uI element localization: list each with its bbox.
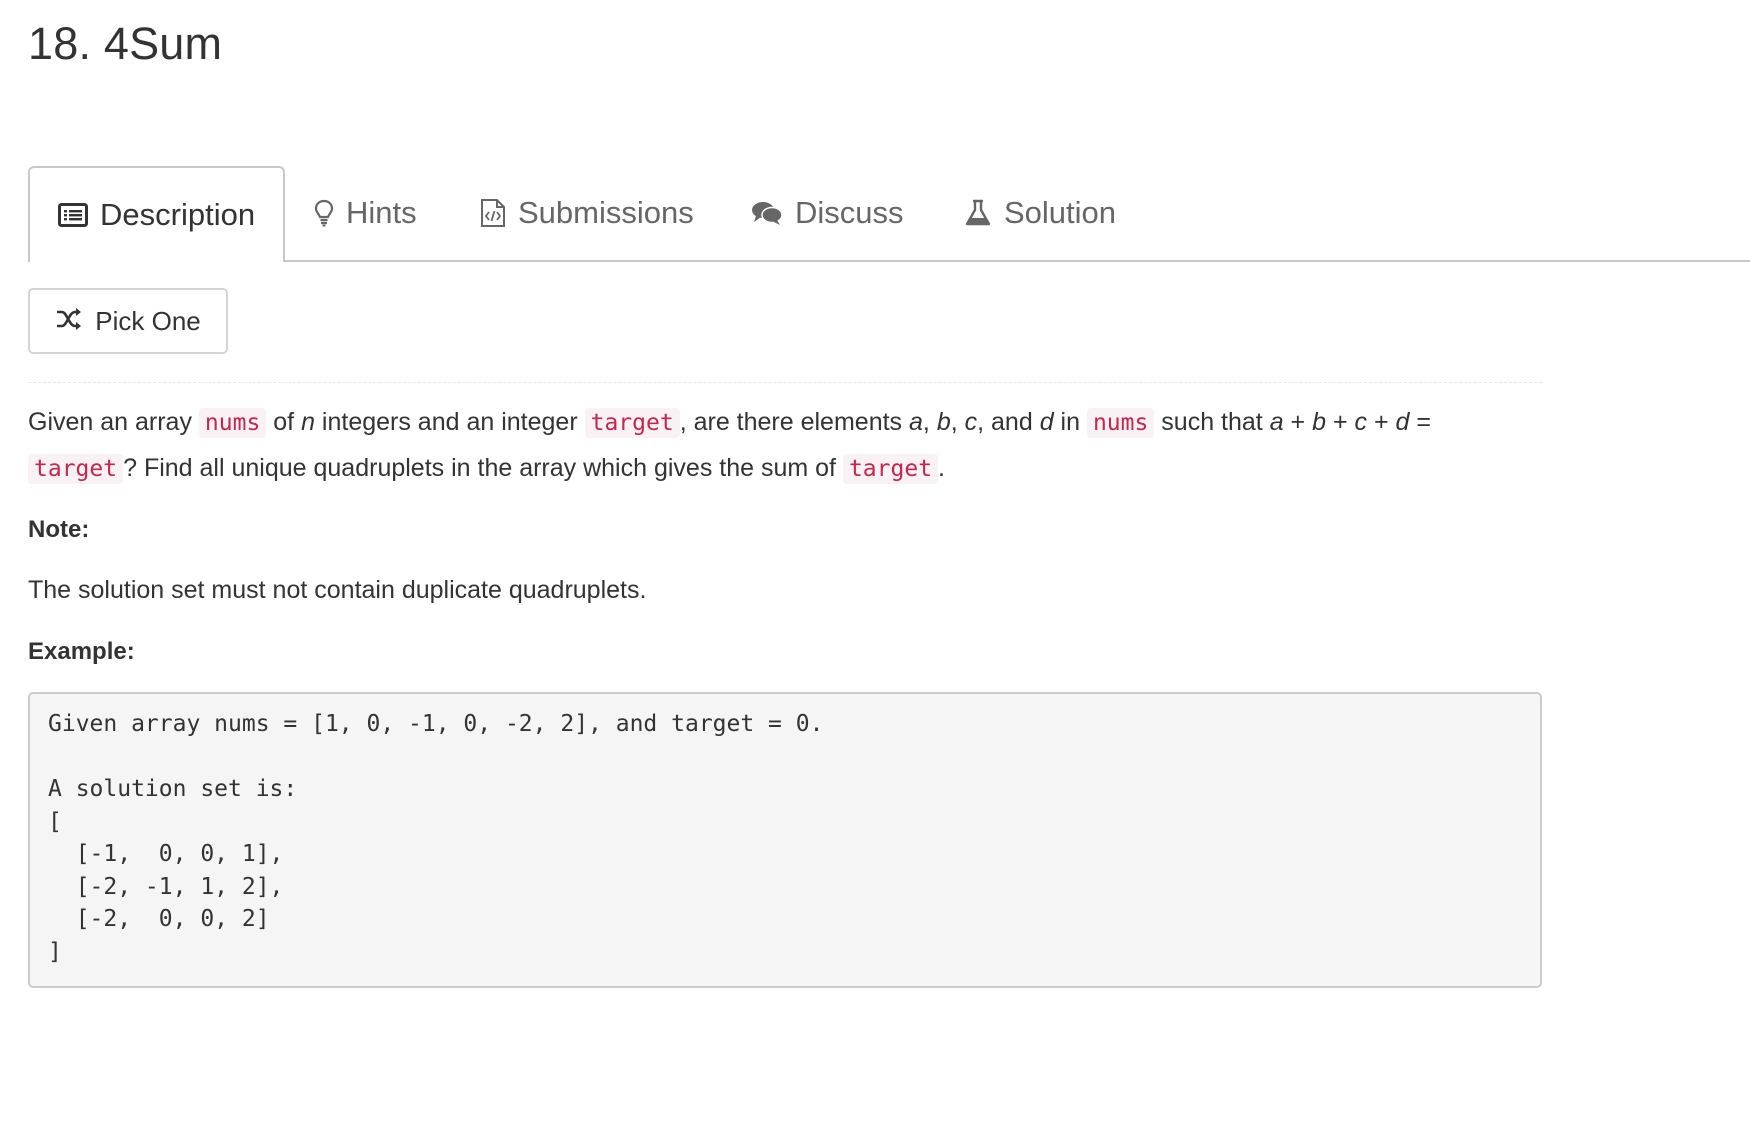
- tab-submissions-label: Submissions: [518, 195, 694, 230]
- text: in: [1053, 408, 1087, 436]
- inline-code-target: target: [584, 408, 680, 438]
- text: +: [1326, 408, 1355, 436]
- inline-code-target: target: [28, 454, 124, 484]
- pick-one-button[interactable]: Pick One: [28, 288, 228, 354]
- inline-code-target: target: [842, 454, 939, 484]
- var-d: d: [1039, 408, 1054, 436]
- example-heading: Example:: [28, 638, 135, 665]
- tab-discuss-label: Discuss: [795, 195, 904, 230]
- lightbulb-icon: [314, 199, 334, 227]
- var-a: a: [909, 408, 923, 436]
- tab-bar: Description Hints Submissions Discuss So…: [28, 166, 1750, 262]
- var-n: n: [301, 408, 315, 436]
- tab-discuss[interactable]: Discuss: [751, 166, 904, 260]
- var-d: d: [1395, 408, 1410, 436]
- code-file-icon: [480, 198, 506, 228]
- tab-hints-label: Hints: [346, 195, 417, 230]
- text: Given an array: [28, 408, 199, 436]
- note-heading: Note:: [28, 516, 90, 543]
- tab-hints[interactable]: Hints: [314, 166, 417, 260]
- description-paragraph: Given an array nums of n integers and an…: [28, 400, 1548, 492]
- example-code: Given array nums = [1, 0, -1, 0, -2, 2],…: [48, 711, 824, 965]
- divider: [28, 382, 1542, 383]
- tab-description-label: Description: [100, 197, 256, 232]
- tab-description[interactable]: Description: [28, 166, 286, 262]
- text: integers and an integer: [314, 408, 585, 436]
- pick-one-label: Pick One: [95, 305, 201, 336]
- tab-submissions[interactable]: Submissions: [480, 166, 694, 260]
- var-a: a: [1269, 408, 1284, 436]
- chat-bubbles-icon: [751, 200, 783, 226]
- shuffle-icon: [55, 306, 83, 337]
- inline-code-nums: nums: [1086, 408, 1155, 438]
- text: , and: [977, 408, 1040, 436]
- tab-solution-label: Solution: [1004, 195, 1117, 230]
- text: ? Find all unique quadruplets in the arr…: [123, 454, 843, 482]
- text: =: [1409, 408, 1431, 436]
- text: of: [266, 408, 302, 436]
- text: ,: [922, 408, 937, 436]
- example-code-block: Given array nums = [1, 0, -1, 0, -2, 2],…: [28, 692, 1542, 988]
- var-c: c: [964, 408, 978, 436]
- var-b: b: [936, 408, 951, 436]
- var-c: c: [1354, 408, 1368, 436]
- text: +: [1367, 408, 1396, 436]
- inline-code-nums: nums: [198, 408, 267, 438]
- text: +: [1283, 408, 1313, 436]
- problem-title: 18. 4Sum: [28, 18, 223, 69]
- var-b: b: [1312, 408, 1327, 436]
- note-text: The solution set must not contain duplic…: [28, 576, 647, 604]
- text: .: [938, 454, 945, 482]
- text: such that: [1154, 408, 1270, 436]
- problem-description: Given an array nums of n integers and an…: [28, 400, 1548, 492]
- tab-solution[interactable]: Solution: [964, 166, 1116, 260]
- description-icon: [58, 203, 88, 227]
- flask-icon: [964, 199, 992, 227]
- text: ,: [950, 408, 965, 436]
- text: , are there elements: [679, 408, 909, 436]
- problem-page: 18. 4Sum Description Hints Submissions D…: [0, 0, 1750, 1126]
